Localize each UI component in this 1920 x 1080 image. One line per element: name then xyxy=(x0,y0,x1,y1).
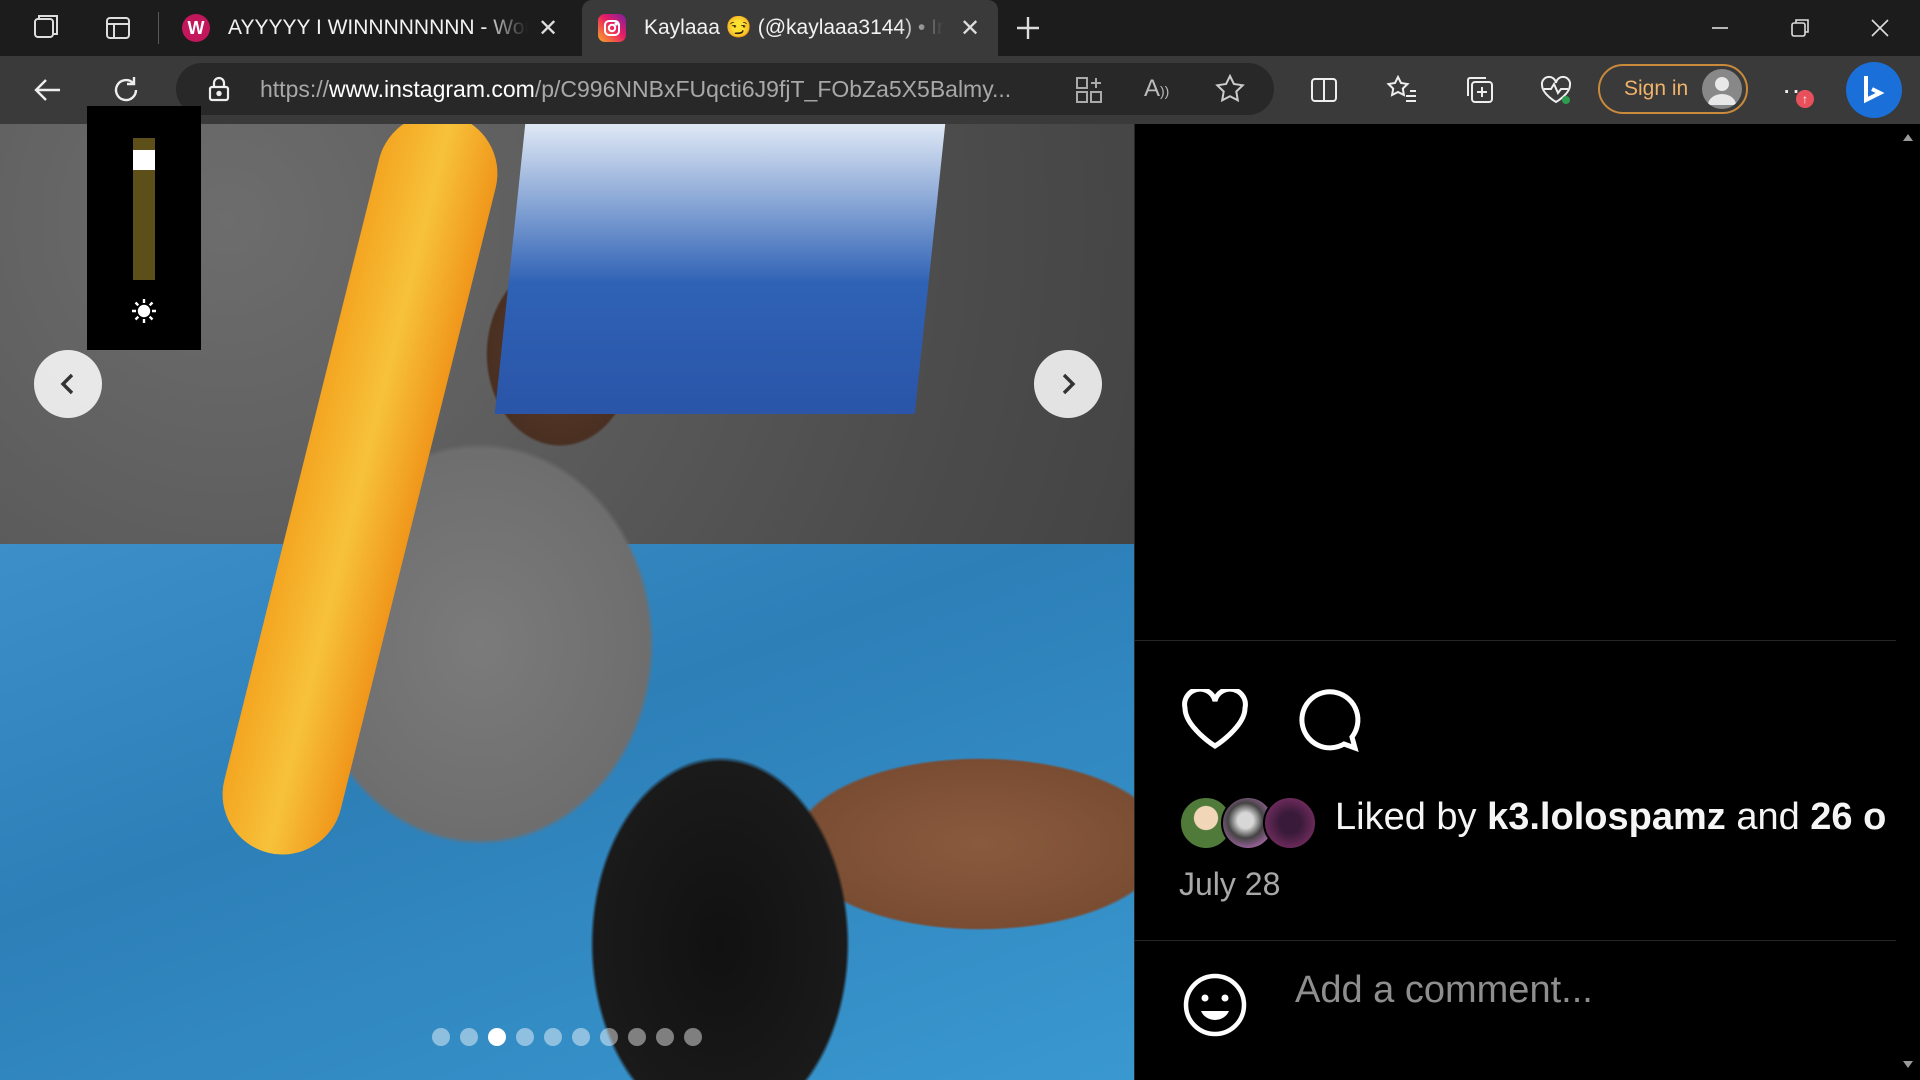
carousel-dot xyxy=(432,1028,450,1046)
browser-toolbar: https://www.instagram.com/p/C996NNBxFUqc… xyxy=(0,56,1920,124)
tab-instagram[interactable]: Kaylaaa 😏 (@kaylaaa3144) • Instagram ✕ xyxy=(582,0,998,56)
post-date[interactable]: July 28 xyxy=(1179,866,1280,903)
instagram-icon xyxy=(598,14,626,42)
comment-bubble-icon[interactable] xyxy=(1293,684,1365,756)
tab-separator xyxy=(158,12,159,44)
next-photo-button[interactable] xyxy=(1034,350,1102,418)
brightness-slider-overlay[interactable] xyxy=(87,106,201,350)
bing-copilot-icon[interactable] xyxy=(1846,62,1902,118)
profile-avatar-icon xyxy=(1702,69,1742,109)
w-favicon-icon: W xyxy=(182,14,210,42)
update-badge: ↑ xyxy=(1796,90,1814,108)
carousel-dot-active xyxy=(488,1028,506,1046)
address-bar[interactable]: https://www.instagram.com/p/C996NNBxFUqc… xyxy=(176,63,1274,115)
scroll-down-icon[interactable] xyxy=(1902,1060,1914,1070)
favorites-icon[interactable] xyxy=(1382,70,1422,110)
carousel-dot xyxy=(628,1028,646,1046)
carousel-dot xyxy=(656,1028,674,1046)
post-side-panel: Liked by k3.lolospamz and 26 o July 28 xyxy=(1134,124,1897,1080)
liker-avatars[interactable] xyxy=(1179,796,1319,852)
liked-by-text: Liked by k3.lolospamz and 26 o xyxy=(1335,796,1887,838)
carousel-dot xyxy=(516,1028,534,1046)
carousel-indicator xyxy=(432,1028,702,1046)
like-heart-icon[interactable] xyxy=(1179,684,1251,756)
divider xyxy=(1135,640,1897,641)
comment-input[interactable] xyxy=(1295,969,1855,1012)
brightness-level[interactable] xyxy=(133,150,155,171)
new-tab-icon[interactable] xyxy=(1008,8,1048,48)
sign-in-button[interactable]: Sign in xyxy=(1598,64,1748,114)
carousel-dot xyxy=(684,1028,702,1046)
lock-icon[interactable] xyxy=(206,75,232,108)
browser-essentials-icon[interactable] xyxy=(1536,70,1576,110)
workspaces-icon[interactable] xyxy=(26,8,66,48)
likes-count[interactable]: 26 o xyxy=(1810,796,1886,838)
photo-background-display xyxy=(494,124,946,414)
refresh-icon[interactable] xyxy=(106,70,146,110)
tab-wordle[interactable]: W AYYYYY I WINNNNNNNN - Worst ✕ xyxy=(166,0,576,56)
emoji-icon[interactable] xyxy=(1179,969,1251,1041)
previous-photo-button[interactable] xyxy=(34,350,102,418)
tab-actions-icon[interactable] xyxy=(98,8,138,48)
collections-icon[interactable] xyxy=(1460,70,1500,110)
carousel-dot xyxy=(572,1028,590,1046)
carousel-dot xyxy=(544,1028,562,1046)
minimize-icon[interactable] xyxy=(1680,0,1760,56)
app-available-icon[interactable] xyxy=(1074,75,1104,110)
read-aloud-icon[interactable]: A)) xyxy=(1144,75,1169,103)
tab-title: Kaylaaa 😏 (@kaylaaa3144) • Instagram xyxy=(644,16,944,39)
liked-by-username[interactable]: k3.lolospamz xyxy=(1487,796,1726,838)
liker-avatar[interactable] xyxy=(1263,796,1317,850)
photo-giraffe-bench xyxy=(209,124,511,868)
tab-strip: W AYYYYY I WINNNNNNNN - Worst ✕ Kaylaaa … xyxy=(0,0,1920,56)
back-icon[interactable] xyxy=(28,70,68,110)
sign-in-label: Sign in xyxy=(1624,77,1689,100)
tab-title: AYYYYY I WINNNNNNNN - Worst xyxy=(228,16,528,39)
url-text: https://www.instagram.com/p/C996NNBxFUqc… xyxy=(260,76,1012,102)
close-tab-icon[interactable]: ✕ xyxy=(534,14,562,42)
scrollbar[interactable] xyxy=(1896,124,1920,1080)
carousel-dot xyxy=(460,1028,478,1046)
split-screen-icon[interactable] xyxy=(1304,70,1344,110)
close-tab-icon[interactable]: ✕ xyxy=(956,14,984,42)
sun-icon xyxy=(129,296,159,326)
scroll-up-icon[interactable] xyxy=(1902,132,1914,142)
close-window-icon[interactable] xyxy=(1840,0,1920,56)
divider xyxy=(1135,940,1897,941)
carousel-dot xyxy=(600,1028,618,1046)
restore-icon[interactable] xyxy=(1760,0,1840,56)
favorite-star-icon[interactable] xyxy=(1214,73,1246,110)
